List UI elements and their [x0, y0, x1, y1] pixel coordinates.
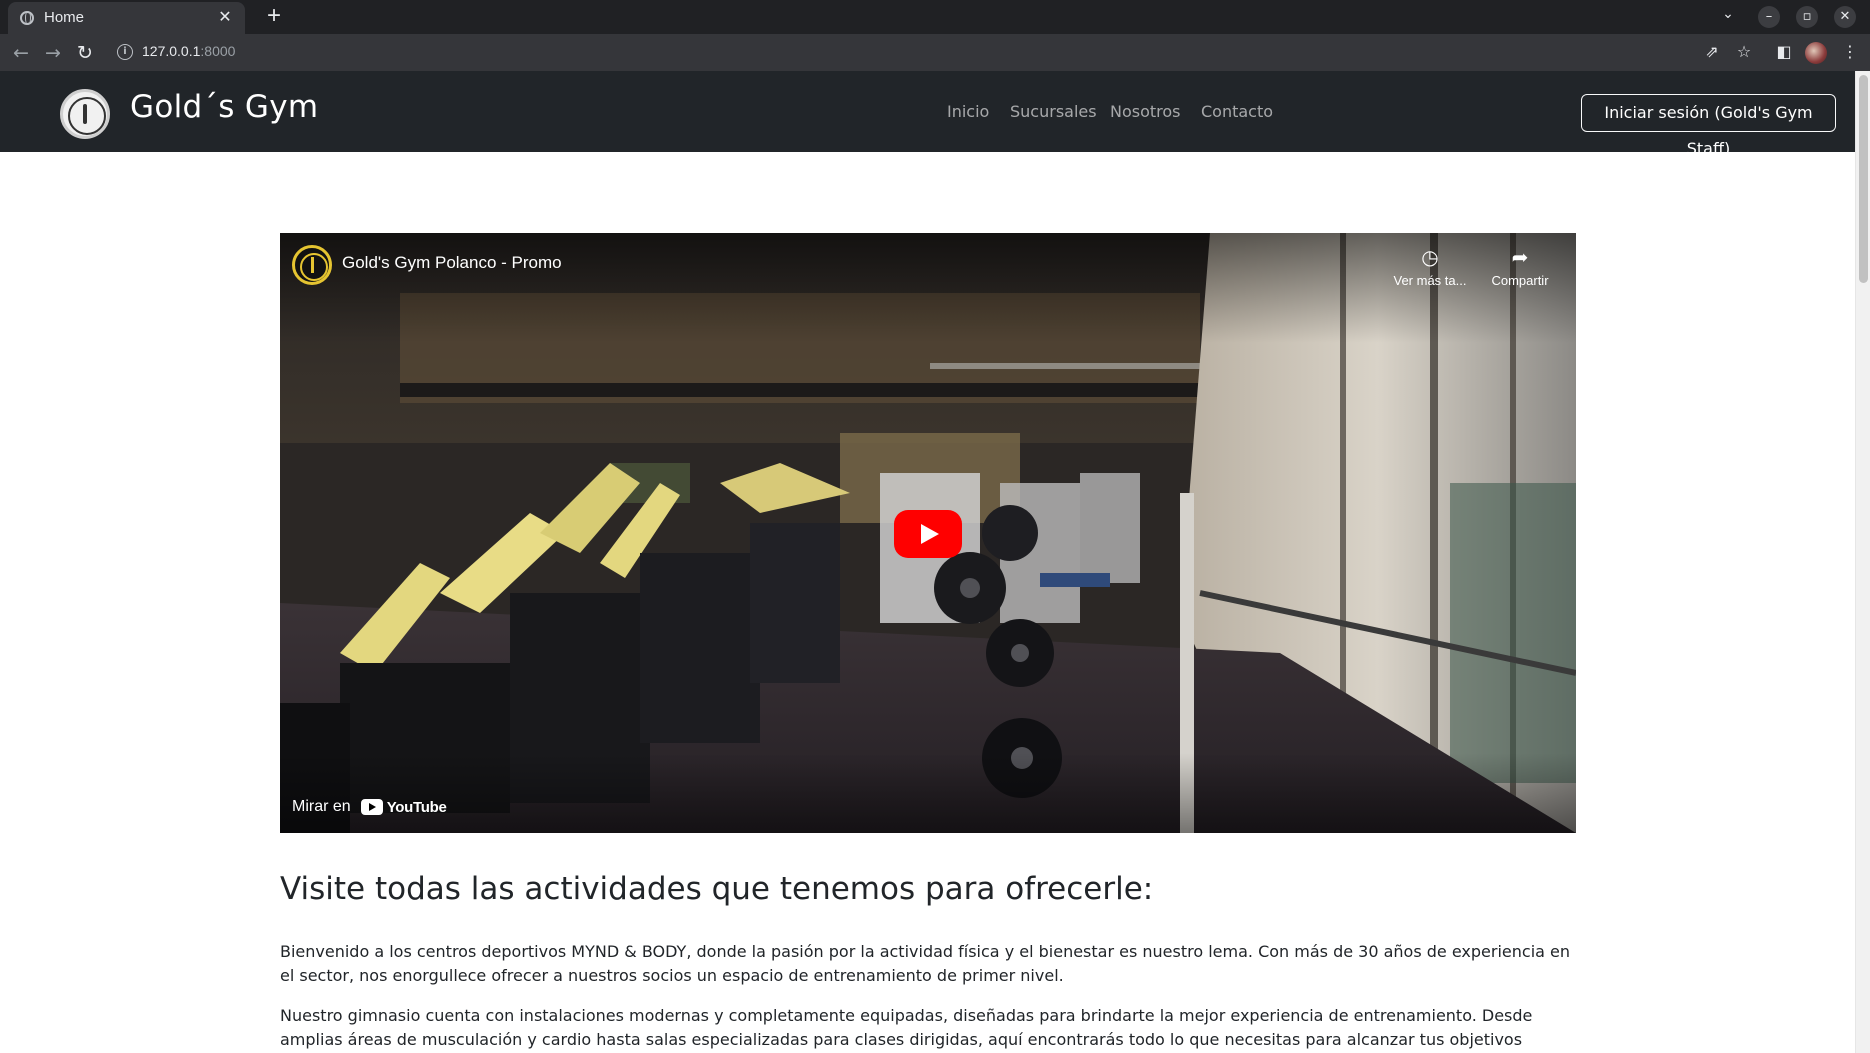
profile-avatar[interactable] — [1805, 42, 1827, 64]
restore-icon[interactable]: ▫ — [1796, 6, 1818, 28]
globe-icon — [20, 11, 34, 25]
browser-tab-strip: Home ✕ + ⌄ – ▫ ✕ — [0, 0, 1870, 34]
youtube-play-icon — [360, 799, 383, 815]
share-video-button[interactable]: ➦ Compartir — [1475, 245, 1565, 295]
minimize-icon[interactable]: – — [1758, 6, 1780, 28]
page-scrollbar[interactable] — [1855, 71, 1870, 1053]
share-label: Compartir — [1491, 273, 1549, 288]
bookmark-star-icon[interactable]: ☆ — [1732, 42, 1756, 64]
close-window-icon[interactable]: ✕ — [1834, 6, 1856, 28]
watch-on-label: Mirar en — [292, 798, 351, 815]
side-panel-icon[interactable]: ◧ — [1772, 42, 1796, 64]
browser-tab-home[interactable]: Home ✕ — [8, 2, 245, 34]
nav-link-inicio[interactable]: Inicio — [947, 102, 989, 121]
golds-gym-logo[interactable] — [60, 89, 110, 139]
watch-later-label: Ver más ta... — [1393, 273, 1467, 288]
clock-icon: ◷ — [1421, 245, 1439, 269]
play-button[interactable] — [894, 510, 962, 558]
video-bottom-overlay — [280, 753, 1576, 833]
activities-heading: Visite todas las actividades que tenemos… — [280, 871, 1154, 907]
new-tab-button[interactable]: + — [260, 2, 288, 30]
video-top-overlay — [280, 233, 1576, 343]
address-bar[interactable]: 127.0.0.1:8000 — [142, 43, 235, 59]
brand-name[interactable]: Gold´s Gym — [130, 89, 318, 125]
youtube-wordmark: YouTube — [386, 798, 447, 816]
url-port: :8000 — [200, 43, 236, 59]
scrollbar-thumb[interactable] — [1859, 75, 1868, 283]
forward-icon[interactable]: → — [40, 40, 66, 66]
nav-link-sucursales[interactable]: Sucursales — [1010, 102, 1097, 121]
reload-icon[interactable]: ↻ — [72, 40, 98, 66]
close-tab-icon[interactable]: ✕ — [215, 6, 235, 28]
share-arrow-icon: ➦ — [1511, 245, 1529, 269]
login-staff-button[interactable]: Iniciar sesión (Gold's Gym Staff) — [1581, 94, 1836, 158]
tab-search-icon[interactable]: ⌄ — [1716, 6, 1740, 28]
site-navbar: Gold´s Gym Inicio Sucursales Nosotros Co… — [0, 71, 1855, 158]
intro-paragraph: Bienvenido a los centros deportivos MYND… — [280, 942, 1571, 985]
tab-title: Home — [44, 9, 85, 26]
site-info-icon[interactable]: i — [117, 44, 133, 60]
facilities-paragraph: Nuestro gimnasio cuenta con instalacione… — [280, 1006, 1533, 1049]
menu-icon[interactable]: ⋮ — [1840, 42, 1860, 61]
url-host: 127.0.0.1 — [142, 43, 201, 59]
back-icon[interactable]: ← — [8, 40, 34, 66]
page-viewport: Gold´s Gym Inicio Sucursales Nosotros Co… — [0, 71, 1870, 1053]
watch-on-youtube-link[interactable]: Mirar en YouTube — [292, 793, 447, 821]
nav-link-nosotros[interactable]: Nosotros — [1110, 102, 1181, 121]
watch-later-button[interactable]: ◷ Ver más ta... — [1385, 245, 1475, 295]
share-icon[interactable]: ⇗ — [1700, 42, 1724, 64]
youtube-logo: YouTube — [360, 798, 447, 816]
browser-toolbar: ← → ↻ i 127.0.0.1:8000 ⇗ ☆ ◧ ⋮ — [0, 34, 1870, 71]
youtube-video-embed[interactable]: Gold's Gym Polanco - Promo ◷ Ver más ta.… — [280, 233, 1576, 833]
nav-link-contacto[interactable]: Contacto — [1201, 102, 1273, 121]
video-title[interactable]: Gold's Gym Polanco - Promo — [342, 253, 562, 273]
channel-avatar-icon[interactable] — [292, 245, 332, 285]
